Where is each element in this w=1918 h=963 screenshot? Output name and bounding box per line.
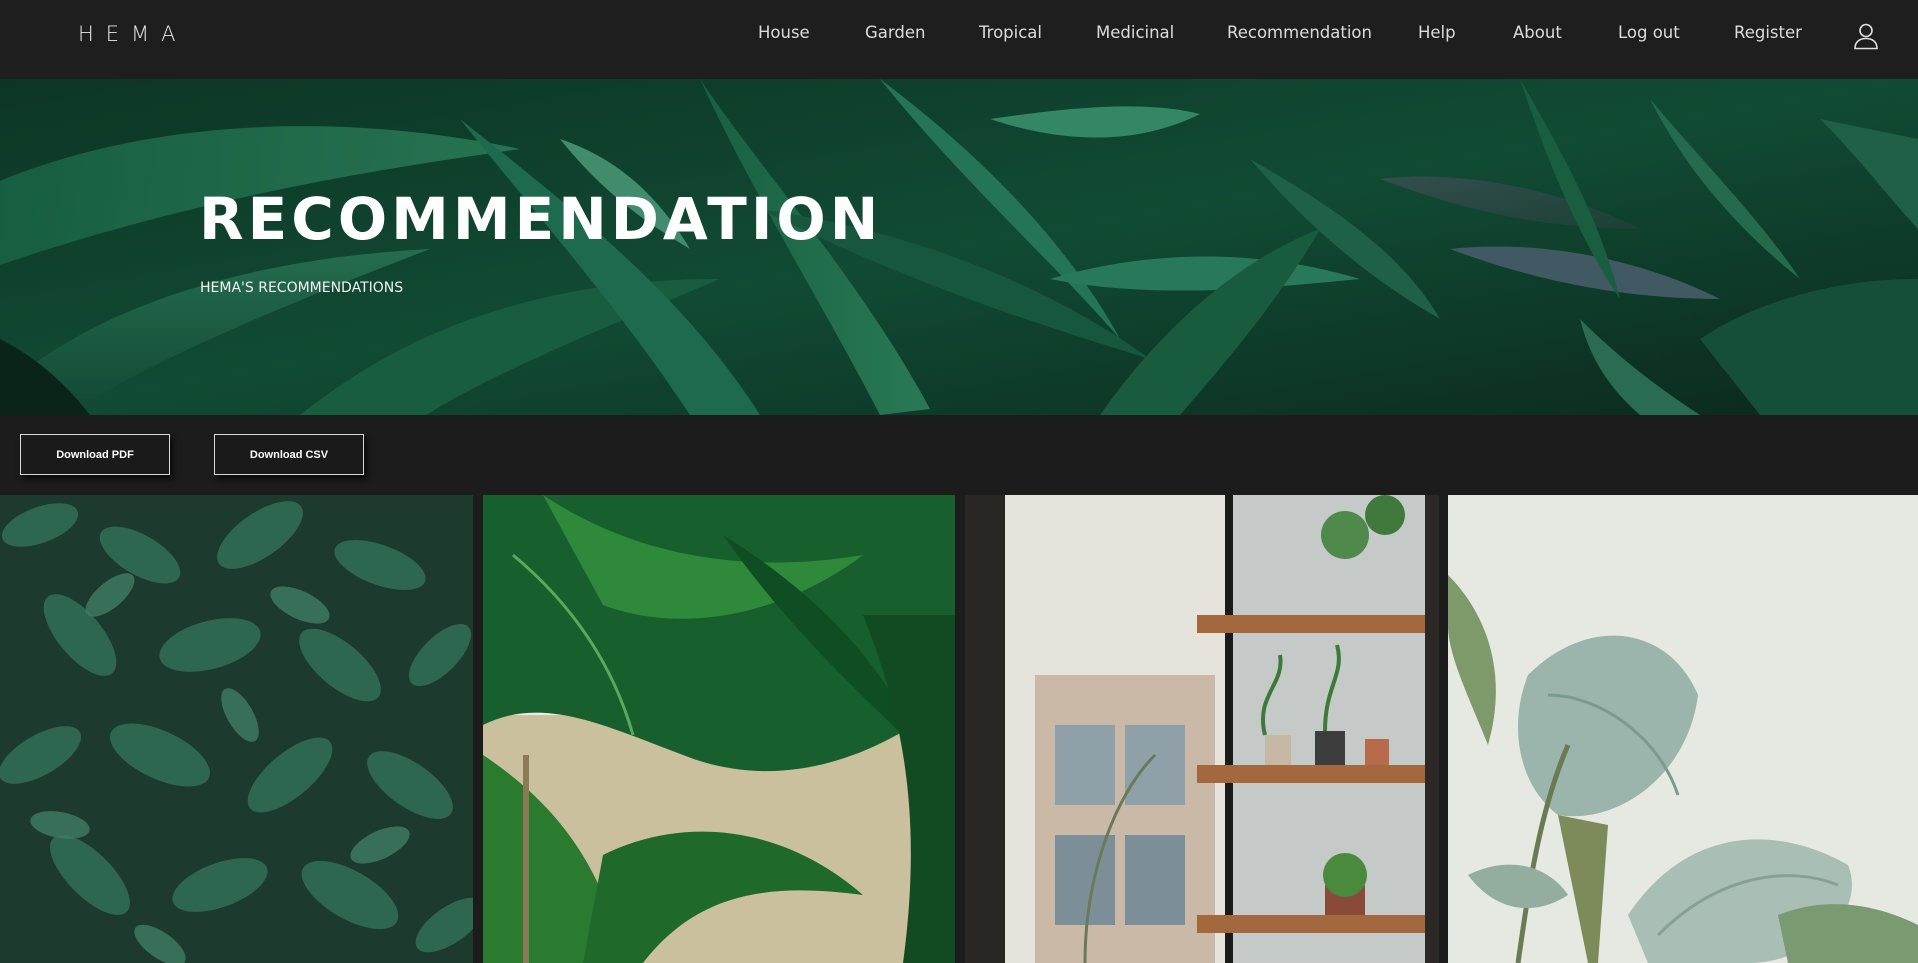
- nav-item-garden[interactable]: Garden: [865, 23, 925, 42]
- download-csv-button[interactable]: Download CSV: [214, 434, 364, 475]
- hero-banner: RECOMMENDATION HEMA'S RECOMMENDATIONS: [0, 79, 1918, 415]
- gallery-tile[interactable]: [483, 495, 955, 963]
- nav-item-house[interactable]: House: [758, 23, 810, 42]
- gallery-tile[interactable]: [1448, 495, 1918, 963]
- shelf-with-potted-plants-image: [965, 495, 1439, 963]
- top-navigation-bar: HEMA House Garden Tropical Medicinal Rec…: [0, 0, 1918, 79]
- page-subtitle: HEMA'S RECOMMENDATIONS: [200, 280, 404, 296]
- gallery-tile[interactable]: [965, 495, 1439, 963]
- download-pdf-button[interactable]: Download PDF: [20, 434, 170, 475]
- nav-item-medicinal[interactable]: Medicinal: [1096, 23, 1174, 42]
- nav-item-log-out[interactable]: Log out: [1618, 23, 1680, 42]
- nav-item-register[interactable]: Register: [1734, 23, 1802, 42]
- tropical-palm-leaves-image: [483, 495, 955, 963]
- gallery-tile[interactable]: [0, 495, 473, 963]
- nav-item-help[interactable]: Help: [1418, 23, 1456, 42]
- nav-item-about[interactable]: About: [1513, 23, 1562, 42]
- nav-item-tropical[interactable]: Tropical: [979, 23, 1042, 42]
- rubber-plant-leaves-image: [1448, 495, 1918, 963]
- plant-gallery: [0, 495, 1918, 963]
- page-title: RECOMMENDATION: [199, 185, 883, 253]
- user-icon[interactable]: [1853, 22, 1879, 50]
- nav-item-recommendation[interactable]: Recommendation: [1227, 23, 1372, 42]
- dense-green-leaves-image: [0, 495, 473, 963]
- brand-logo[interactable]: HEMA: [78, 22, 188, 46]
